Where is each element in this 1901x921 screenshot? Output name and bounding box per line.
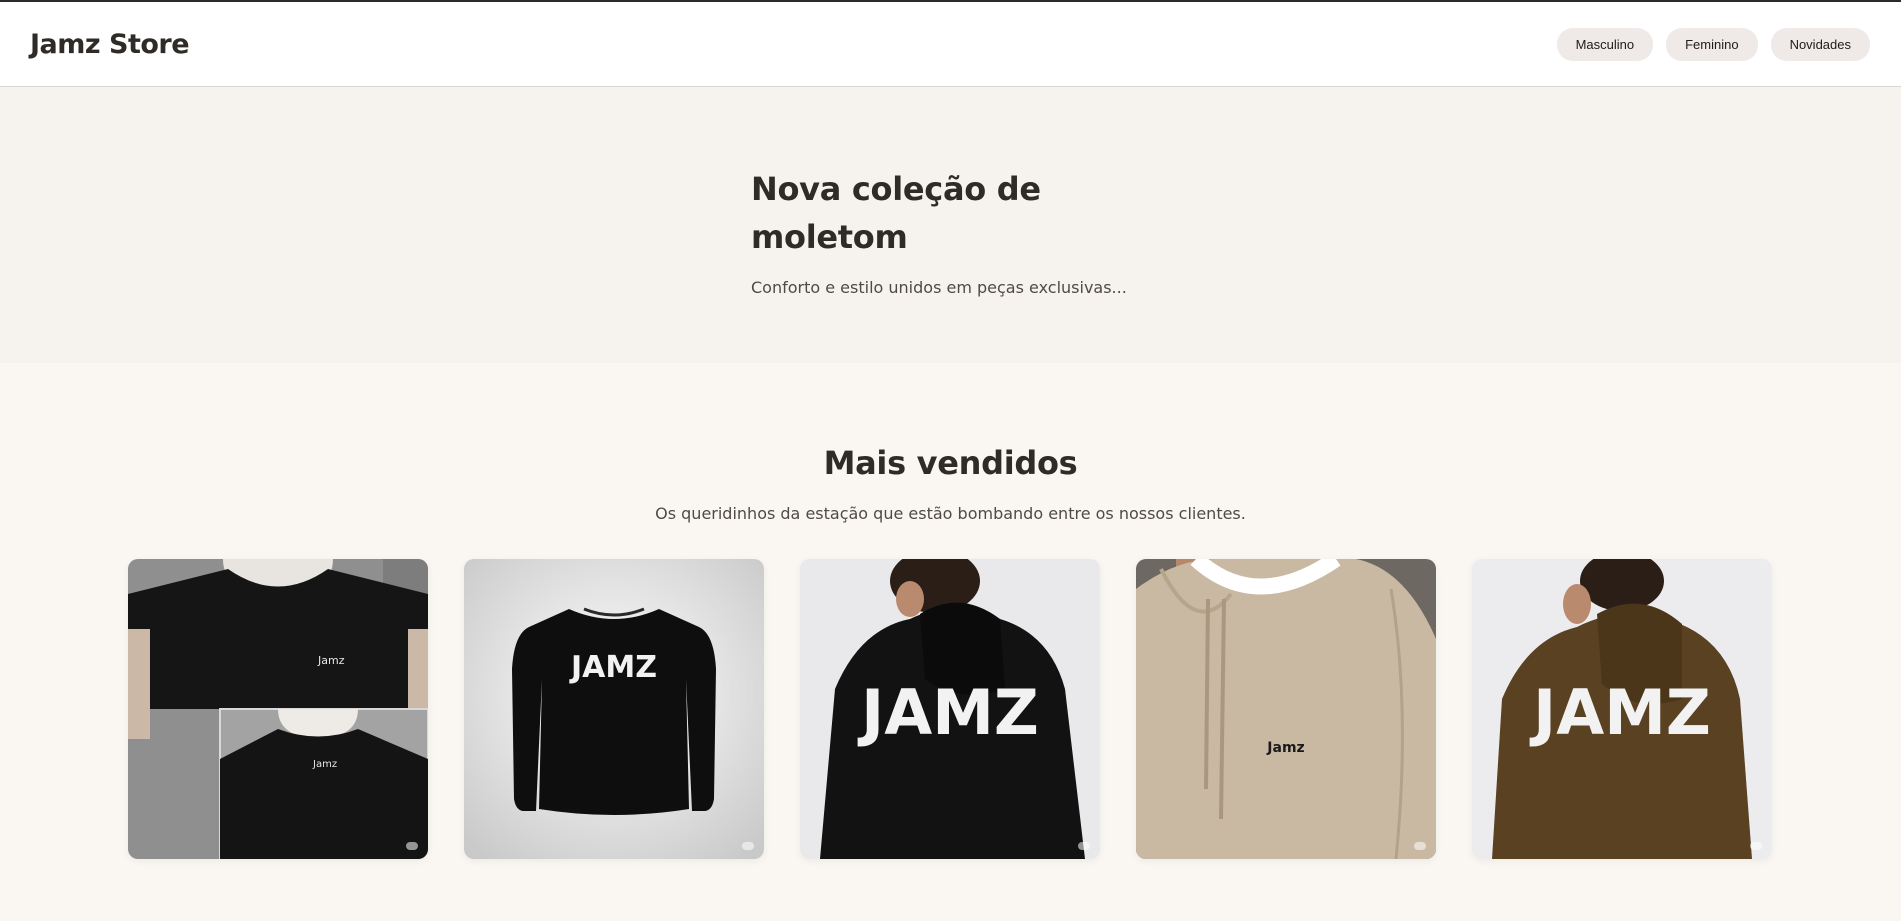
site-header: Jamz Store Masculino Feminino Novidades	[0, 2, 1901, 87]
hero-subtitle: Conforto e estilo unidos em peças exclus…	[751, 278, 1127, 297]
bestsellers-section: Mais vendidos Os queridinhos da estação …	[0, 363, 1901, 918]
product-card[interactable]: JAMZ	[1472, 559, 1772, 859]
bestsellers-title: Mais vendidos	[823, 444, 1078, 482]
product-print: JAMZ	[857, 676, 1039, 749]
product-card[interactable]: JAMZ	[800, 559, 1100, 859]
watermark-icon	[406, 842, 418, 850]
hero-title: Nova coleção de moletom	[751, 170, 1041, 256]
product-print: JAMZ	[1529, 676, 1711, 749]
watermark-icon	[1750, 842, 1762, 850]
product-card[interactable]: Jamz Jamz	[128, 559, 428, 859]
product-card[interactable]: JAMZ	[464, 559, 764, 859]
nav-masculino-button[interactable]: Masculino	[1556, 27, 1654, 61]
nav-feminino-button[interactable]: Feminino	[1666, 27, 1758, 61]
product-grid: Jamz Jamz JAMZ JAMZ Jamz JAMZ	[128, 559, 1772, 859]
bestsellers-subtitle: Os queridinhos da estação que estão bomb…	[655, 504, 1246, 523]
store-logo[interactable]: Jamz Store	[30, 29, 190, 60]
product-print: JAMZ	[569, 650, 657, 685]
product-back-print: Jamz	[312, 759, 337, 770]
main-nav: Masculino Feminino Novidades	[1556, 27, 1870, 61]
watermark-icon	[1078, 842, 1090, 850]
product-card[interactable]: Jamz	[1136, 559, 1436, 859]
hero-content: Nova coleção de moletom Conforto e estil…	[751, 165, 1171, 297]
product-image: JAMZ	[800, 559, 1100, 859]
hero-banner: Nova coleção de moletom Conforto e estil…	[0, 87, 1901, 363]
watermark-icon	[1414, 842, 1426, 850]
watermark-icon	[742, 842, 754, 850]
nav-novidades-button[interactable]: Novidades	[1770, 27, 1870, 61]
product-image: Jamz	[1136, 559, 1436, 859]
product-image: JAMZ	[1472, 559, 1772, 859]
product-image: Jamz Jamz	[128, 559, 428, 859]
product-print: Jamz	[317, 654, 345, 667]
product-print: Jamz	[1266, 740, 1304, 756]
product-image: JAMZ	[464, 559, 764, 859]
